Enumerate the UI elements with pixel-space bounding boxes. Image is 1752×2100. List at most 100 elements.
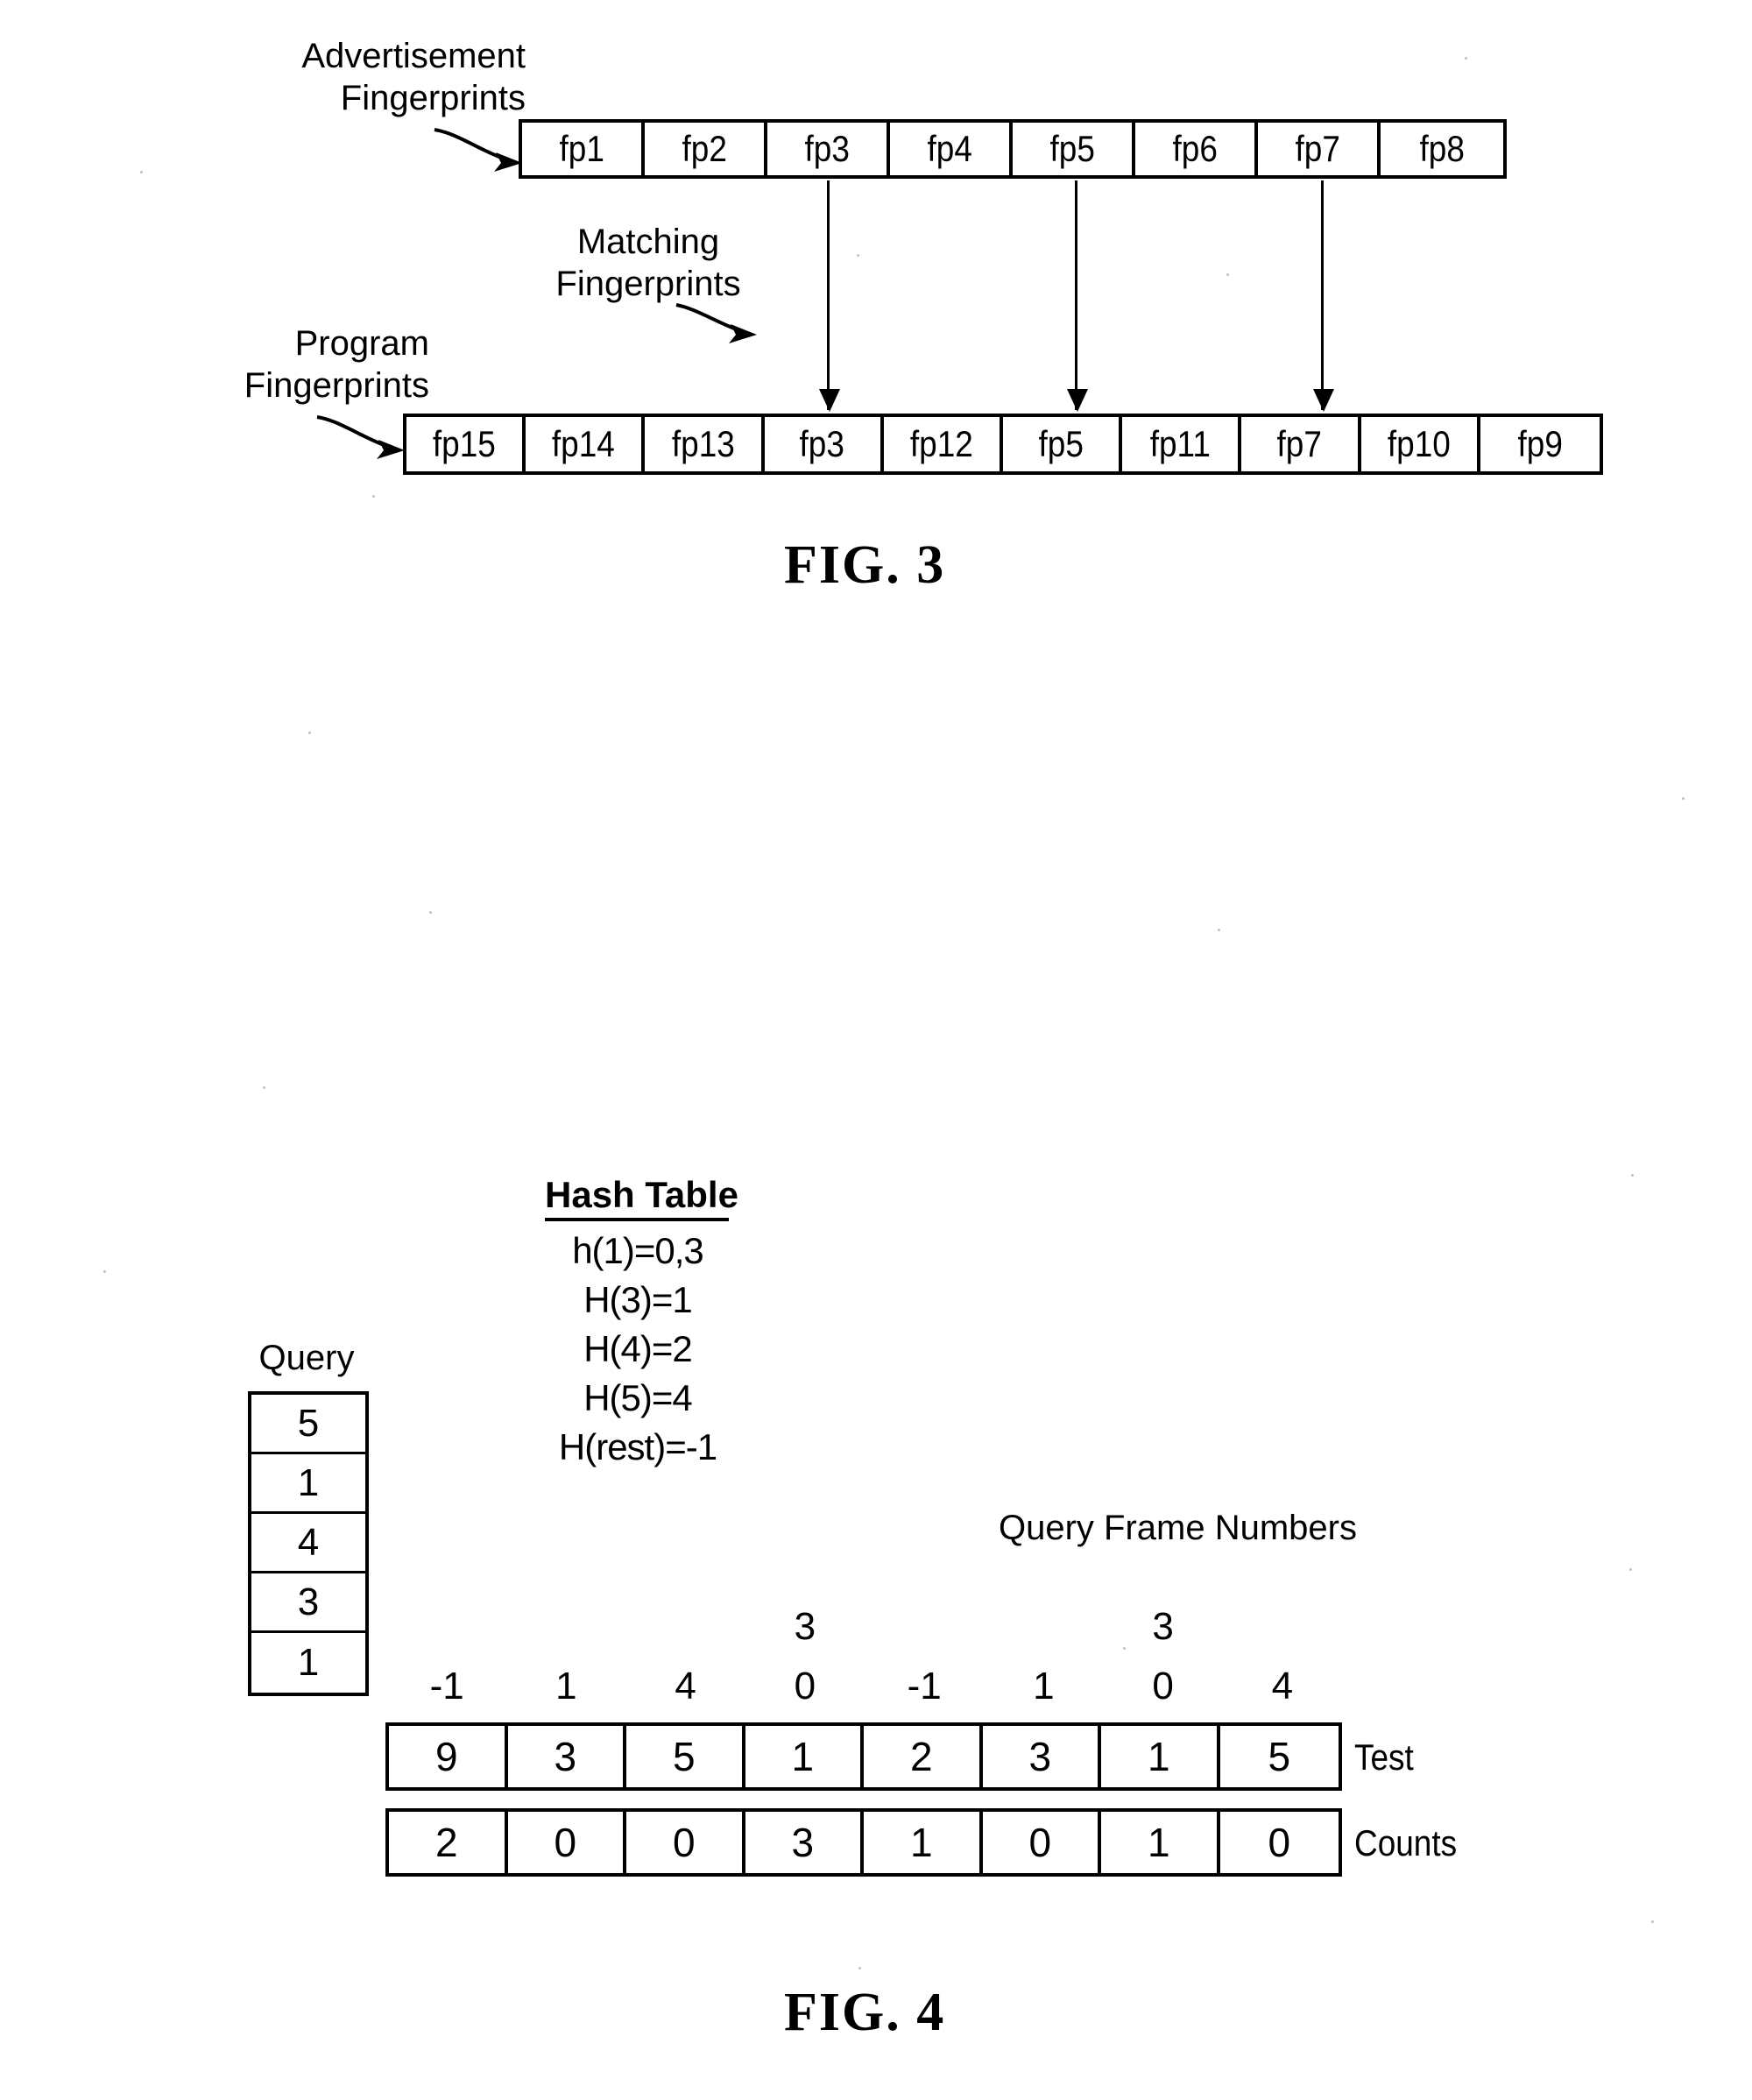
test-cell-value: 3 [554,1734,577,1779]
test-cell: 1 [1101,1726,1220,1787]
test-cell-value: 2 [909,1734,933,1779]
scan-speckle [1631,1174,1634,1177]
test-cell: 2 [864,1726,983,1787]
counts-cell-value: 0 [1268,1820,1291,1865]
query-column-label: Query [258,1339,355,1377]
patent-figure-page: Advertisement Fingerprints fp1 fp2 fp3 f… [0,0,1752,2100]
match-arrow-fp7-icon [1313,180,1334,412]
program-fingerprint-label: fp5 [1038,423,1084,464]
scan-speckle [1465,57,1467,60]
frame-number-value: 1 [555,1665,577,1708]
ad-fingerprint-cell: fp1 [522,123,645,175]
program-fingerprints-strip: fp15 fp14 fp13 fp3 fp12 fp5 fp11 fp7 fp1… [403,414,1603,475]
query-cell-value: 1 [297,1460,320,1504]
counts-cell: 1 [864,1812,983,1873]
query-cell: 4 [251,1514,365,1573]
query-column: 5 1 4 3 1 [248,1391,369,1696]
counts-cell-value: 1 [909,1820,933,1865]
test-cell-value: 3 [1028,1734,1052,1779]
matching-fingerprints-label-line1: Matching [576,223,720,261]
scan-speckle [1682,797,1685,800]
query-cell-value: 4 [297,1520,320,1564]
program-fingerprints-label-line1: Program [294,324,429,363]
advertisement-fingerprints-label-line2: Fingerprints [340,79,526,117]
frame-number-value: -1 [907,1665,942,1708]
program-fingerprints-label-line2: Fingerprints [244,366,429,405]
match-arrow-fp3-icon [819,180,840,412]
test-cell: 5 [1220,1726,1339,1787]
matching-pointer-arrow-icon [675,303,757,343]
test-cell-value: 5 [1268,1734,1291,1779]
frame-number-secondary: 3 [745,1605,865,1654]
frame-number: 1 [506,1665,625,1714]
scan-speckle [1123,1647,1126,1650]
match-arrow-fp5-icon [1067,180,1088,412]
query-frame-numbers-primary-row: -1 1 4 0 -1 1 0 4 [387,1665,1342,1714]
advertisement-fingerprints-strip: fp1 fp2 fp3 fp4 fp5 fp6 fp7 fp8 [519,119,1507,179]
query-cell-value: 5 [297,1401,320,1445]
test-cell: 9 [389,1726,508,1787]
query-frame-numbers-secondary-row: 3 3 [387,1605,1342,1654]
advertisement-fingerprints-label-line1: Advertisement [301,37,526,75]
frame-number-secondary [506,1605,625,1654]
query-cell-value: 3 [297,1580,320,1623]
frame-number-value: -1 [429,1665,464,1708]
program-fingerprint-cell: fp15 [406,417,526,471]
ad-fingerprint-cell: fp5 [1013,123,1135,175]
program-fingerprint-cell: fp11 [1122,417,1242,471]
ad-fingerprint-label: fp3 [804,128,850,169]
frame-number-secondary: 3 [1104,1605,1223,1654]
frame-number: 1 [984,1665,1103,1714]
counts-cell-value: 3 [791,1820,815,1865]
query-cell: 3 [251,1573,365,1633]
program-fingerprint-label: fp9 [1517,423,1563,464]
test-cell: 5 [626,1726,745,1787]
ad-fingerprint-label: fp2 [682,128,727,169]
frame-number-value: 4 [1271,1665,1294,1708]
test-row: 9 3 5 1 2 3 1 5 [385,1722,1342,1791]
query-cell: 5 [251,1395,365,1454]
ad-fingerprint-label: fp7 [1295,128,1340,169]
frame-number-value: 1 [1033,1665,1055,1708]
program-fingerprint-cell: fp14 [526,417,646,471]
frame-number: 0 [1104,1665,1223,1714]
program-fingerprints-label: Program Fingerprints [175,322,429,407]
program-fingerprint-label: fp14 [552,423,616,464]
program-fingerprint-cell: fp7 [1241,417,1361,471]
test-row-label-text: Test [1354,1736,1414,1778]
test-cell-value: 1 [1147,1734,1170,1779]
query-cell-value: 1 [297,1641,320,1684]
program-fingerprint-cell: fp12 [884,417,1003,471]
hash-table-entry: h(1)=0,3 [572,1230,704,1271]
ad-fingerprint-label: fp5 [1049,128,1095,169]
counts-cell: 2 [389,1812,508,1873]
matching-fingerprints-label: Matching Fingerprints [526,221,771,305]
ad-fingerprint-label: fp8 [1419,128,1465,169]
program-fingerprint-label: fp15 [433,423,497,464]
query-frame-numbers-label: Query Frame Numbers [999,1509,1357,1547]
counts-cell-value: 1 [1147,1820,1170,1865]
frame-number-value: 0 [794,1665,816,1708]
scan-speckle [140,171,143,173]
test-cell: 1 [745,1726,864,1787]
counts-cell-value: 2 [434,1820,458,1865]
frame-number-secondary [626,1605,745,1654]
frame-number: -1 [865,1665,984,1714]
frame-number-value: 0 [1152,1665,1174,1708]
hash-table-entry: H(rest)=-1 [558,1426,717,1467]
counts-cell: 3 [745,1812,864,1873]
counts-cell-value: 0 [672,1820,696,1865]
scan-speckle [1651,1920,1654,1923]
frame-number: 4 [1223,1665,1342,1714]
scan-speckle [429,911,432,914]
frame-number-secondary [387,1605,506,1654]
test-cell-value: 1 [791,1734,815,1779]
program-fingerprint-cell: fp10 [1361,417,1480,471]
program-fingerprint-cell: fp5 [1003,417,1123,471]
frame-number: 4 [626,1665,745,1714]
counts-row-label: Counts [1354,1822,1471,1864]
query-cell: 1 [251,1633,365,1693]
program-fingerprint-label: fp10 [1387,423,1451,464]
scan-speckle [1629,1568,1632,1571]
ad-fingerprint-cell: fp6 [1135,123,1258,175]
